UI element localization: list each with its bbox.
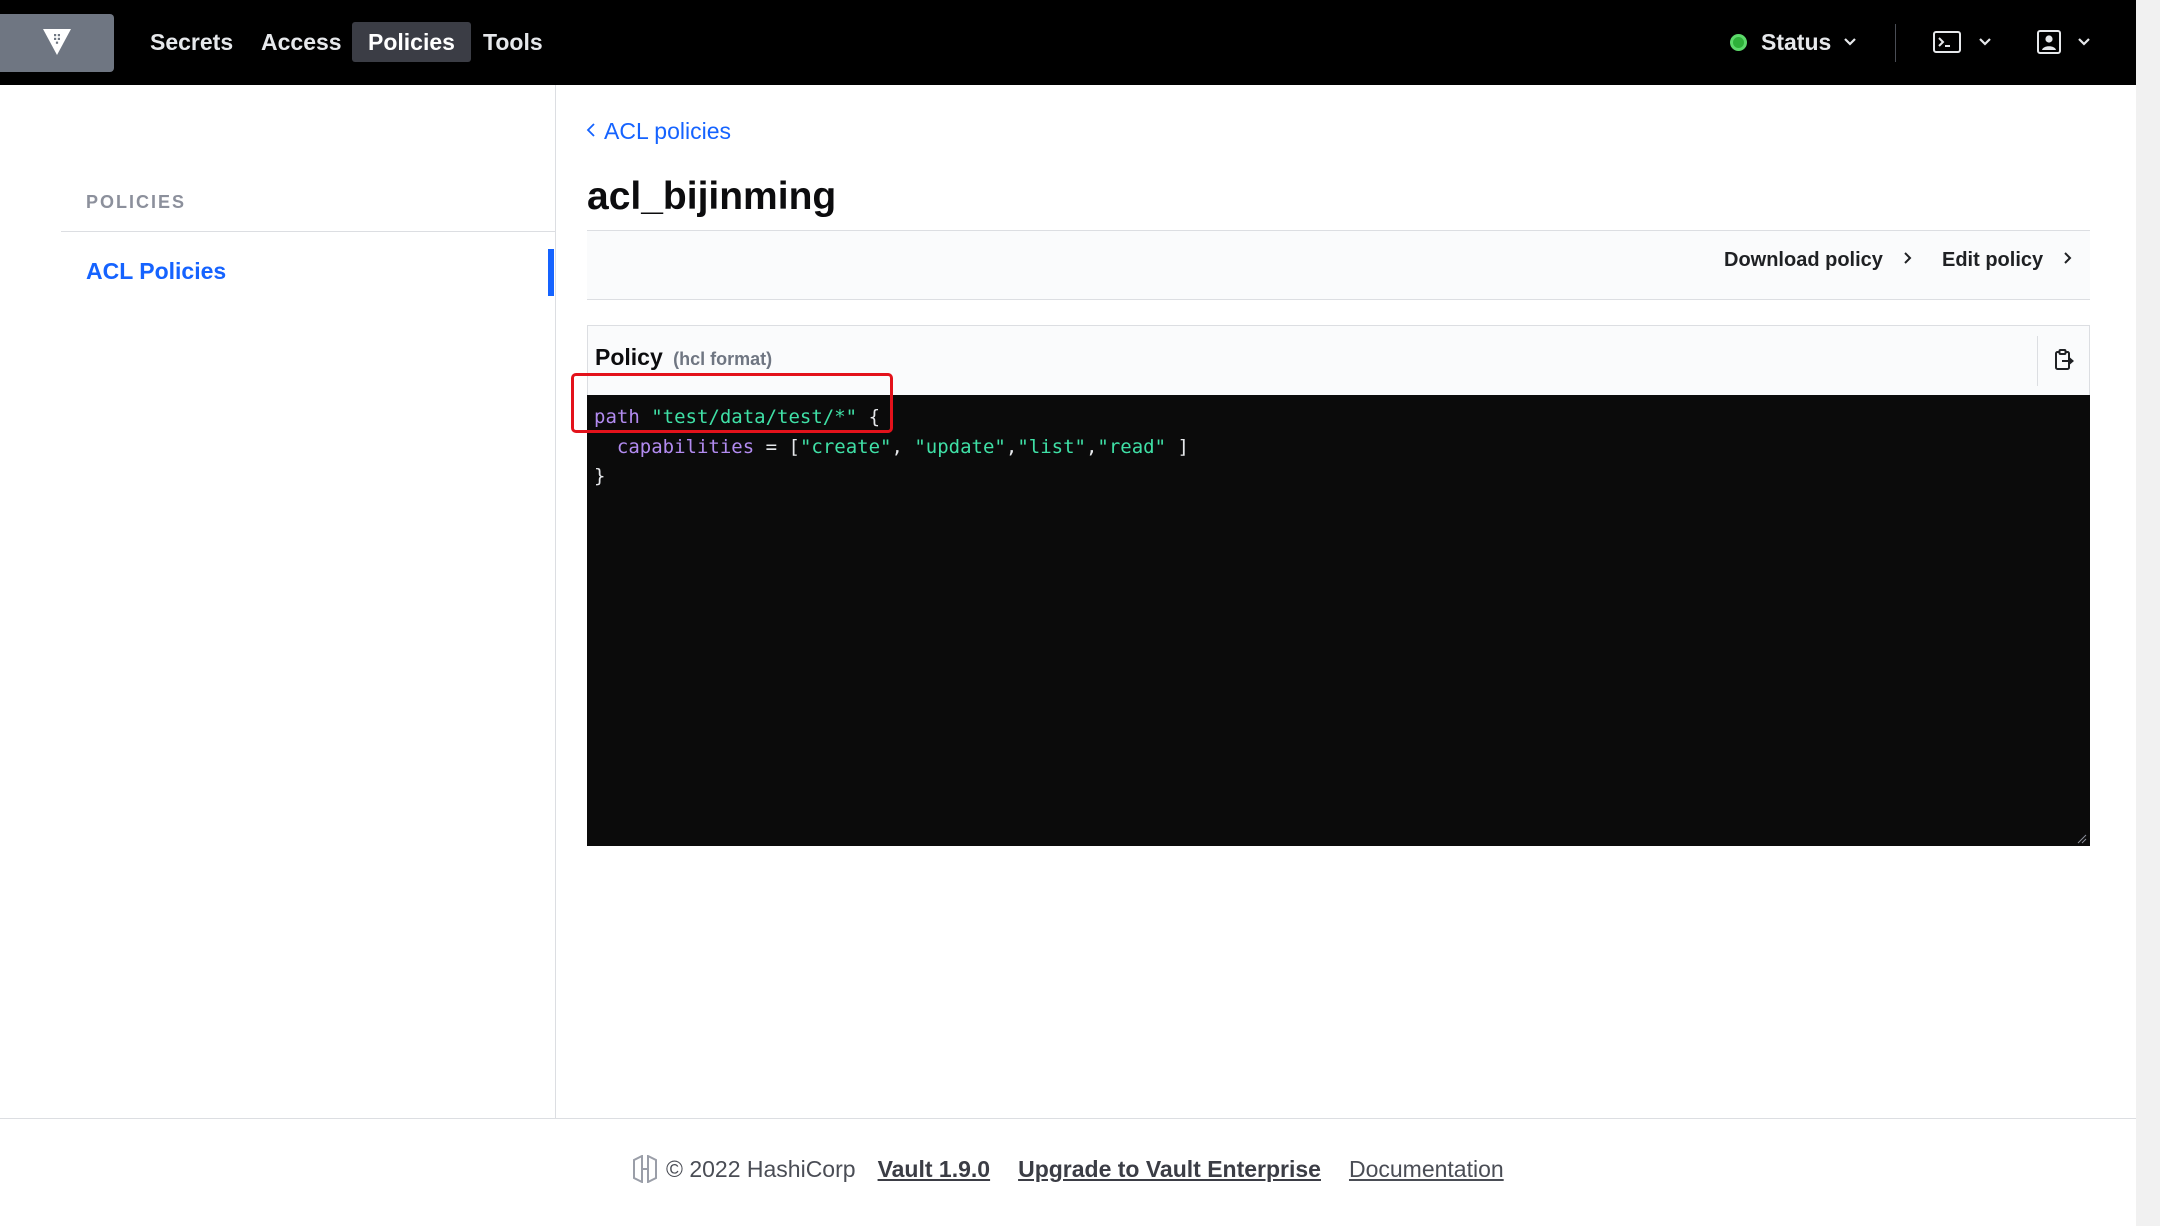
top-navbar: Secrets Access Policies Tools Status [0,0,2136,85]
page-scrollbar[interactable] [2136,0,2160,1226]
resize-handle-icon[interactable] [2077,834,2087,844]
code-line-3: } [594,465,606,487]
sidebar-divider [61,231,556,232]
footer: © 2022 HashiCorp Vault 1.9.0 Upgrade to Va… [0,1118,2136,1226]
status-dot-icon [1730,34,1747,51]
edit-policy-button[interactable]: Edit policy [1942,249,2073,272]
policy-title-label: Policy [595,344,663,370]
chevron-right-icon [2063,249,2073,272]
chevron-right-icon [1903,249,1913,272]
clipboard-copy-icon [2055,349,2074,370]
hashicorp-logo-icon [633,1154,657,1184]
sidebar-heading: POLICIES [86,192,187,212]
policy-panel-title: Policy (hcl format) [595,344,772,371]
user-icon [2037,30,2061,54]
footer-copyright: © 2022 HashiCorp [666,1156,856,1182]
footer-upgrade-link[interactable]: Upgrade to Vault Enterprise [1018,1156,1321,1182]
chevron-down-icon [1979,38,1991,46]
footer-content: © 2022 HashiCorp Vault 1.9.0 Upgrade to Va… [632,1154,1504,1184]
nav-link-access[interactable]: Access [245,22,358,62]
nav-link-tools[interactable]: Tools [467,22,559,62]
vault-logo-icon [43,29,71,55]
terminal-icon [1933,31,1961,53]
download-policy-label: Download policy [1724,249,1883,271]
home-logo-link[interactable] [0,14,114,72]
status-label: Status [1761,29,1832,55]
nav-divider [1895,24,1896,62]
copy-policy-button[interactable] [2037,336,2089,386]
annotation-highlight-box [571,373,893,433]
download-policy-button[interactable]: Download policy [1724,249,1913,272]
code-line-2: capabilities = ["create", "update","list… [616,435,1189,458]
chevron-left-icon [586,118,596,145]
footer-version-link[interactable]: Vault 1.9.0 [878,1156,991,1182]
chevron-down-icon [1843,22,1857,74]
policy-toolbar: Download policy Edit policy [587,230,2090,300]
chevron-down-icon [2078,38,2090,46]
breadcrumb-label: ACL policies [604,118,731,144]
sidebar-active-indicator [548,249,554,296]
console-toggle-button[interactable] [1928,22,1998,62]
footer-docs-link[interactable]: Documentation [1349,1156,1504,1182]
breadcrumb-acl-policies[interactable]: ACL policies [586,118,731,145]
sidebar: POLICIES ACL Policies [0,85,556,1118]
edit-policy-label: Edit policy [1942,249,2044,271]
policy-code-editor[interactable]: path "test/data/test/*" { capabilities =… [587,395,2090,846]
sidebar-item-acl-policies[interactable]: ACL Policies [86,258,226,285]
nav-link-secrets[interactable]: Secrets [134,22,249,62]
nav-link-policies[interactable]: Policies [352,22,471,62]
policy-format-label: (hcl format) [673,349,773,369]
page-title: acl_bijinming [587,175,837,218]
user-menu-button[interactable] [2032,22,2102,62]
